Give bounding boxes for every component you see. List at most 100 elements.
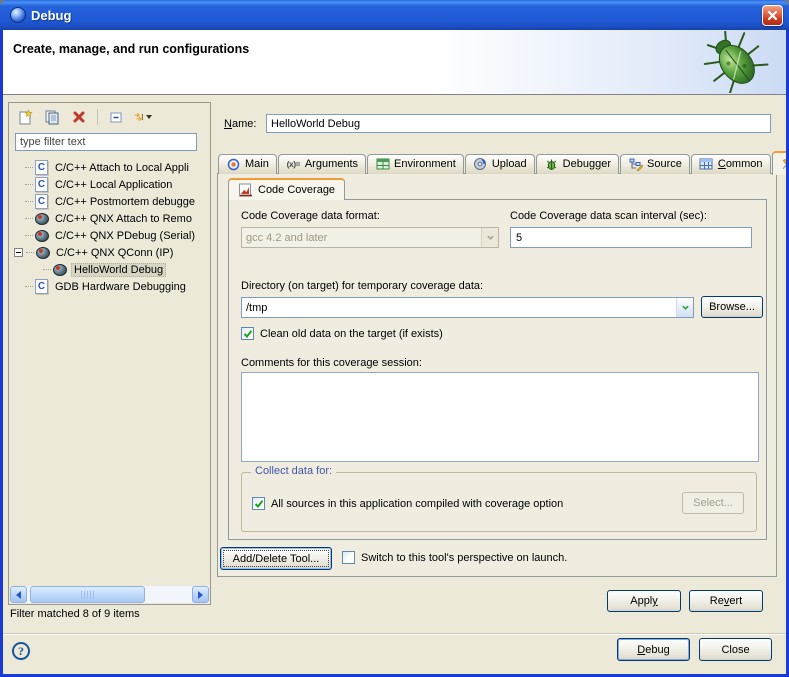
comments-textarea[interactable] [241,372,759,462]
tab-debugger[interactable]: Debugger [536,154,619,174]
scan-interval-input[interactable] [510,227,752,248]
scrollbar-thumb[interactable] [30,586,145,603]
checkbox-checked-icon[interactable] [241,327,254,340]
apply-button[interactable]: Apply [607,590,681,612]
dialog-header-title: Create, manage, and run configurations [13,42,249,56]
tree-item-qnx-qconn[interactable]: C/C++ QNX QConn (IP) [11,244,208,261]
scroll-left-button[interactable] [10,586,27,603]
directory-value-input[interactable] [242,298,676,317]
tree-item-qnx-attach[interactable]: C/C++ QNX Attach to Remo [11,210,208,227]
debugger-tab-icon [544,157,559,171]
delete-configuration-button[interactable] [69,107,89,127]
configurations-tree: C C/C++ Attach to Local Appli C C/C++ Lo… [11,159,208,295]
tab-label: Main [245,158,269,170]
scroll-right-button[interactable] [192,586,209,603]
format-label: Code Coverage data format: [241,210,380,222]
duplicate-configuration-button[interactable] [42,107,62,127]
tab-code-coverage[interactable]: Code Coverage [228,178,345,200]
collect-data-group-label: Collect data for: [251,465,336,477]
add-delete-tool-button[interactable]: Add/Delete Tool... [220,547,332,570]
dropdown-button[interactable] [676,298,693,317]
checkbox-checked-icon[interactable] [252,497,265,510]
tree-item-label: C/C++ Postmortem debugge [53,196,197,208]
tab-label: Source [647,158,682,170]
new-configuration-button[interactable] [15,107,35,127]
filter-icon [134,110,144,124]
main-tab-icon [226,157,241,171]
clean-old-data-checkbox[interactable]: Clean old data on the target (if exists) [241,327,443,340]
tab-tools[interactable]: Tools [772,151,789,175]
title-bar[interactable]: Debug [0,0,789,30]
checkbox-unchecked-icon[interactable] [342,551,355,564]
switch-perspective-checkbox[interactable]: Switch to this tool's perspective on lau… [342,551,567,564]
delete-icon [72,110,86,124]
tree-item-helloworld-debug[interactable]: HelloWorld Debug [11,261,208,278]
checkbox-label: Clean old data on the target (if exists) [260,328,443,340]
filter-configurations-button[interactable] [133,107,153,127]
all-sources-checkbox[interactable]: All sources in this application compiled… [252,497,563,510]
c-launch-icon: C [35,177,48,192]
horizontal-scrollbar[interactable] [10,586,209,603]
close-button[interactable]: Close [699,638,772,661]
tree-item-postmortem[interactable]: C C/C++ Postmortem debugge [11,193,208,210]
tab-upload[interactable]: Upload [465,154,535,174]
close-icon [767,10,778,21]
c-launch-icon: C [35,279,48,294]
tab-source[interactable]: Source [620,154,690,174]
tree-item-gdb-hardware[interactable]: C GDB Hardware Debugging [11,278,208,295]
scroll-left-icon [16,591,21,599]
debug-orb-icon [10,7,26,23]
tree-item-qnx-pdebug[interactable]: C/C++ QNX PDebug (Serial) [11,227,208,244]
source-tab-icon [628,157,643,171]
tools-tab-page: Code Coverage Code Coverage data format:… [217,173,777,577]
tab-main[interactable]: Main [218,154,277,174]
tree-connector [25,235,33,236]
collapse-all-button[interactable] [106,107,126,127]
configurations-toolbar [9,103,210,131]
tab-environment[interactable]: Environment [367,154,464,174]
name-label: Name: [224,118,256,130]
directory-combo[interactable] [241,297,694,318]
qnx-launch-icon [35,213,49,225]
tree-connector [25,167,33,168]
close-window-button[interactable] [762,5,783,26]
inner-tab-label: Code Coverage [258,184,335,196]
tree-item-label: C/C++ QNX Attach to Remo [53,213,194,225]
comments-label: Comments for this coverage session: [241,357,422,369]
directory-label: Directory (on target) for temporary cove… [241,280,483,292]
browse-button[interactable]: Browse... [701,296,763,318]
tab-common[interactable]: Common [691,154,771,174]
checkbox-label: All sources in this application compiled… [271,498,563,510]
name-input[interactable] [266,114,771,133]
common-tab-icon [699,157,714,171]
upload-tab-icon [473,157,488,171]
beetle-icon [696,31,774,93]
tab-arguments[interactable]: (x)= Arguments [278,154,366,174]
tab-label: Common [718,158,763,170]
tools-tab-icon [780,157,789,171]
scrollbar-grip [81,591,95,599]
collapse-expander-icon[interactable] [14,248,23,257]
footer-separator [3,633,786,635]
check-icon [254,499,264,509]
help-button[interactable]: ? [12,642,30,660]
tree-item-label: C/C++ Local Application [53,179,174,191]
tab-label: Debugger [563,158,611,170]
environment-tab-icon [375,157,390,171]
debug-dialog: Debug Create, manage, and run configurat… [0,0,789,677]
tree-item-local-application[interactable]: C C/C++ Local Application [11,176,208,193]
qnx-launch-icon [35,230,49,242]
tree-item-attach-local[interactable]: C C/C++ Attach to Local Appli [11,159,208,176]
collapse-all-icon [109,110,123,124]
tree-connector [26,252,34,253]
editor-tab-strip: Main (x)= Arguments Environment Uplo [218,150,779,174]
debug-button[interactable]: Debug [617,638,690,661]
tree-connector [25,218,33,219]
coverage-format-value [242,228,481,247]
revert-button[interactable]: Revert [689,590,763,612]
coverage-format-combo [241,227,499,248]
new-configuration-icon [17,109,33,125]
filter-input[interactable] [15,133,197,151]
toolbar-separator [97,109,98,125]
tab-label: Environment [394,158,456,170]
